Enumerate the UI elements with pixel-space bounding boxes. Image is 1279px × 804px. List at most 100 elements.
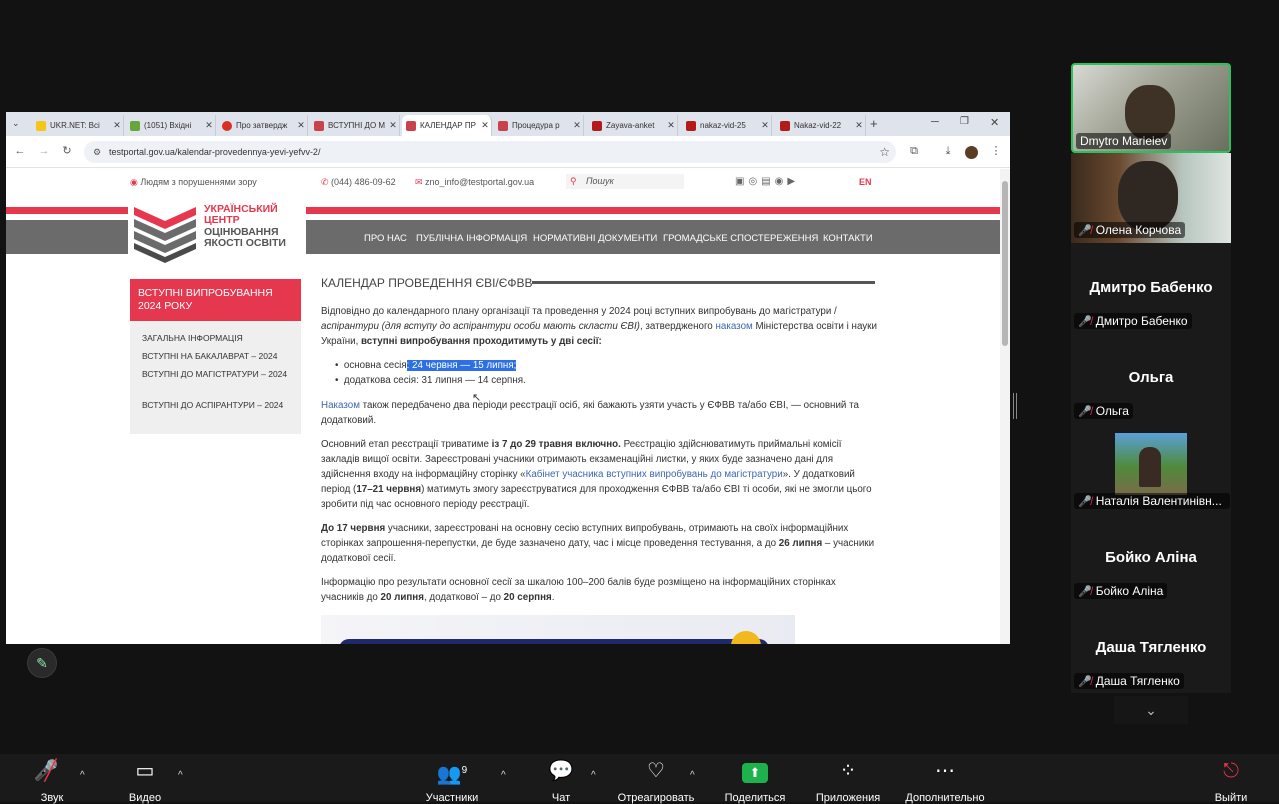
close-tab-icon[interactable]: ✕ — [571, 120, 583, 131]
participant-tile[interactable]: 🎤̸ Наталія Валентинівн... — [1071, 423, 1231, 513]
restore-icon[interactable]: ❐ — [960, 116, 969, 127]
browser-tab[interactable]: Nakaz-vid-22 ✕ — [776, 115, 866, 136]
browser-tab[interactable]: ВСТУПНІ ДО М ✕ — [310, 115, 400, 136]
chat-caret-icon[interactable]: ^ — [591, 770, 596, 781]
participants-button[interactable]: 👥9 Участники — [412, 758, 492, 804]
video-options-caret-icon[interactable]: ^ — [178, 770, 183, 781]
page-scrollbar[interactable] — [1000, 169, 1010, 644]
forward-icon[interactable]: → — [36, 143, 52, 159]
sidebar-item-master[interactable]: ВСТУПНІ ДО МАГІСТРАТУРИ – 2024 — [142, 368, 292, 380]
mic-muted-icon: 🎤̸ — [1078, 676, 1092, 688]
chat-button[interactable]: 💬 Чат — [521, 758, 601, 804]
sidebar-item-bachelor[interactable]: ВСТУПНІ НА БАКАЛАВРАТ – 2024 — [142, 350, 292, 362]
download-icon[interactable]: ⤓ — [940, 143, 956, 159]
browser-tab[interactable]: UKR.NET: Всі ✕ — [32, 115, 124, 136]
participants-count: 9 — [461, 765, 468, 776]
minimize-icon[interactable]: ─ — [931, 116, 939, 128]
tab-list-chevron-icon[interactable]: ⌄ — [12, 118, 20, 129]
chat-icon: 💬 — [548, 760, 574, 782]
apps-button[interactable]: ⁘ Приложения — [808, 758, 888, 804]
close-window-icon[interactable]: ✕ — [990, 116, 999, 129]
panel-resize-handle[interactable] — [1013, 393, 1017, 419]
audio-options-caret-icon[interactable]: ^ — [80, 770, 85, 781]
order-link[interactable]: наказом — [715, 321, 752, 332]
participant-name: Наталія Валентинівн... — [1095, 494, 1222, 508]
close-tab-icon[interactable]: ✕ — [759, 120, 771, 131]
browser-tab[interactable]: Про затвердж ✕ — [218, 115, 308, 136]
participant-name: Даша Тягленко — [1095, 674, 1180, 688]
instagram-icon[interactable]: ◎ — [748, 176, 761, 187]
site-logo[interactable]: УКРАЇНСЬКИЙ ЦЕНТР ОЦІНЮВАННЯ ЯКОСТІ ОСВІ… — [128, 199, 306, 269]
scroll-down-chevron-icon[interactable]: ⌄ — [1114, 696, 1188, 724]
address-bar: ← → ↻ ⚙ testportal.gov.ua/kalendar-prove… — [6, 136, 1010, 168]
photo-figure — [1139, 447, 1161, 487]
participant-label: 🎤̸ Ольга — [1074, 403, 1133, 419]
text: основна сесія — [343, 360, 407, 371]
annotate-pen-icon[interactable]: ✎ — [27, 648, 57, 678]
close-tab-icon[interactable]: ✕ — [853, 120, 865, 131]
more-button[interactable]: ⋯ Дополнительно — [905, 758, 985, 804]
sidebar-heading[interactable]: ВСТУПНІ ВИПРОБУВАННЯ 2024 РОКУ — [130, 279, 301, 321]
reload-icon[interactable]: ↻ — [59, 143, 75, 159]
social-icons[interactable]: ▣◎▤◉▶ — [735, 176, 799, 187]
browser-tab[interactable]: Процедура р ✕ — [494, 115, 584, 136]
site-search-input[interactable]: ⚲ Пошук — [566, 174, 684, 189]
participant-label: 🎤̸ Наталія Валентинівн... — [1074, 493, 1230, 509]
rss-icon[interactable]: ▣ — [735, 176, 748, 187]
lang-switch[interactable]: EN — [859, 177, 872, 187]
sidebar-item-general[interactable]: ЗАГАЛЬНА ІНФОРМАЦІЯ — [142, 332, 292, 344]
share-button[interactable]: ⬆ Поделиться — [715, 758, 795, 804]
phone-link[interactable]: ✆ (044) 486-09-62 — [321, 177, 396, 188]
text: учасники, зареєстровані на основну сесію… — [321, 523, 849, 549]
cabinet-link[interactable]: Кабінет учасника вступних випробувань до… — [526, 469, 783, 480]
close-tab-icon[interactable]: ✕ — [111, 120, 123, 131]
accessibility-link[interactable]: ◉ Людям з порушеннями зору — [130, 177, 257, 188]
url-field[interactable]: ⚙ testportal.gov.ua/kalendar-provedennya… — [84, 141, 896, 163]
close-tab-icon[interactable]: ✕ — [479, 120, 491, 131]
scroll-thumb[interactable] — [1002, 181, 1008, 346]
close-tab-icon[interactable]: ✕ — [295, 120, 307, 131]
close-tab-icon[interactable]: ✕ — [387, 120, 399, 131]
profile-avatar[interactable] — [965, 146, 978, 159]
new-tab-icon[interactable]: + — [870, 116, 878, 131]
tab-bar: ⌄ UKR.NET: Всі ✕ (1051) Вхідні ✕ Про затве… — [6, 112, 1010, 136]
selected-text: : 24 червня — 15 липня; — [406, 360, 517, 371]
nav-about[interactable]: ПРО НАС — [364, 233, 407, 244]
audio-button[interactable]: 🎤╱ Звук — [12, 758, 92, 804]
nav-contacts[interactable]: КОНТАКТИ — [823, 233, 873, 244]
youtube-icon[interactable]: ▶ — [787, 176, 799, 187]
back-icon[interactable]: ← — [12, 143, 28, 159]
bookmark-star-icon[interactable]: ☆ — [879, 141, 890, 163]
email-link[interactable]: ✉ zno_info@testportal.gov.ua — [415, 177, 534, 188]
react-button[interactable]: ♡ Отреагировать — [616, 758, 696, 804]
browser-tab[interactable]: nakaz-vid-25 ✕ — [682, 115, 772, 136]
nav-regulations[interactable]: НОРМАТИВНІ ДОКУМЕНТИ — [533, 233, 657, 244]
participants-caret-icon[interactable]: ^ — [501, 770, 506, 781]
title-rule — [532, 281, 875, 284]
close-tab-icon[interactable]: ✕ — [665, 120, 677, 131]
text: Відповідно до календарного плану організ… — [321, 306, 837, 317]
telegram-icon[interactable]: ◉ — [775, 176, 788, 187]
browser-tab[interactable]: Zayava-anket ✕ — [588, 115, 678, 136]
search-icon: ⚲ — [570, 176, 577, 186]
nav-public-info[interactable]: ПУБЛІЧНА ІНФОРМАЦІЯ — [416, 233, 527, 244]
extensions-icon[interactable]: ⧉ — [906, 143, 922, 159]
react-caret-icon[interactable]: ^ — [690, 770, 695, 781]
browser-tab-active[interactable]: КАЛЕНДАР ПР ✕ — [402, 115, 492, 136]
browser-menu-icon[interactable]: ⋮ — [988, 143, 1004, 159]
more-dots-icon: ⋯ — [935, 760, 955, 782]
banner-image — [321, 615, 795, 644]
label: Звук — [40, 792, 64, 804]
leave-button[interactable]: ⎋ Выйти — [1191, 758, 1271, 804]
close-tab-icon[interactable]: ✕ — [203, 120, 215, 131]
order-link[interactable]: Наказом — [321, 400, 360, 411]
sidebar-item-postgraduate[interactable]: ВСТУПНІ ДО АСПІРАНТУРИ – 2024 — [142, 399, 292, 411]
participant-tile[interactable]: 🎤̸ Олена Корчова — [1071, 153, 1231, 243]
participant-tile-active-speaker[interactable]: Dmytro Marieiev — [1071, 63, 1231, 153]
browser-tab[interactable]: (1051) Вхідні ✕ — [126, 115, 216, 136]
eye-icon: ◉ — [130, 177, 141, 187]
facebook-icon[interactable]: ▤ — [761, 176, 774, 187]
nav-public-observation[interactable]: ГРОМАДСЬКЕ СПОСТЕРЕЖЕННЯ — [663, 233, 818, 244]
site-info-icon[interactable]: ⚙ — [93, 141, 101, 163]
video-button[interactable]: ▭ Видео — [105, 758, 185, 804]
